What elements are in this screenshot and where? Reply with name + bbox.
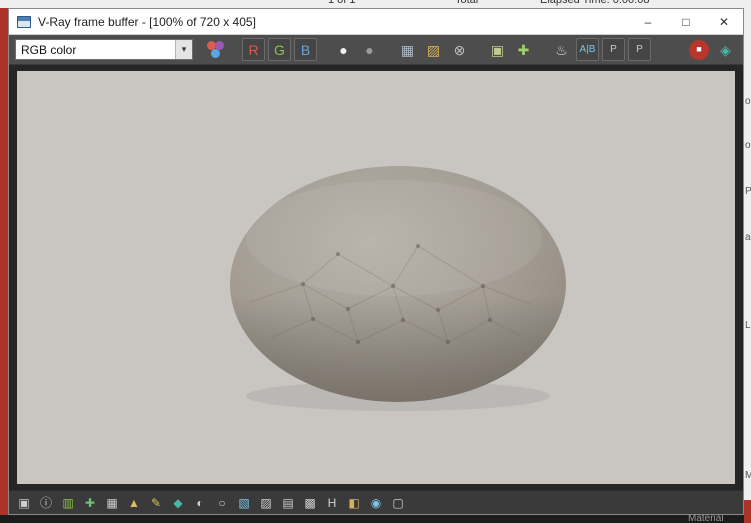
background-bottom-edge: Material <box>0 515 744 523</box>
background-panel-letter: M <box>745 470 751 481</box>
save-image-icon[interactable]: ▦ <box>396 38 419 61</box>
blue-channel-button[interactable]: B <box>294 38 317 61</box>
chevron-down-icon: ▾ <box>175 40 192 59</box>
clamp-colors-icon[interactable]: ▦ <box>103 494 121 512</box>
background-panel-letter: o <box>745 140 751 151</box>
window-title: V-Ray frame buffer - [100% of 720 x 405] <box>38 14 256 29</box>
color-palette-icon[interactable] <box>204 38 227 61</box>
window-icon <box>17 15 31 28</box>
ab-compare-icon[interactable]: A|B <box>576 38 599 61</box>
minimize-button[interactable]: – <box>629 9 667 34</box>
maximize-button[interactable]: □ <box>667 9 705 34</box>
white-balance-picker-icon[interactable]: ○ <box>213 494 231 512</box>
stamp-icon[interactable]: ◧ <box>345 494 363 512</box>
exposure-icon[interactable]: ◐ <box>191 494 209 512</box>
render-history-icon[interactable]: ◈ <box>714 38 737 61</box>
toolbar-right-group: ■ ◈ <box>689 38 737 61</box>
screen: 1 of 1 Total Elapsed Time: 0:00:08 o o Pa L… <box>0 0 751 523</box>
page-up-icon[interactable]: P <box>602 38 625 61</box>
background-viewport-right-corner <box>744 500 751 523</box>
vfb-footer-toolbar: ▣ ⓘ ▥ ✚ ▦ ▲ ✎ ◆ ◐ ○ ▧ ▨ ▤ ▩ H ◧ ◉ ▢ <box>9 490 743 514</box>
window-controls: – □ ✕ <box>629 9 743 34</box>
duplicate-to-host-icon[interactable]: ▣ <box>486 38 509 61</box>
red-channel-button[interactable]: R <box>242 38 265 61</box>
pixel-info-icon[interactable]: ▥ <box>59 494 77 512</box>
toolbar-separator <box>320 49 329 50</box>
toolbar-separator <box>538 49 547 50</box>
toolbar-separator <box>230 49 239 50</box>
alpha-channel-icon[interactable]: ● <box>358 38 381 61</box>
hue-saturation-icon[interactable]: ▧ <box>235 494 253 512</box>
channel-dropdown[interactable]: RGB color ▾ <box>15 39 193 60</box>
background-panel-letter: a <box>745 232 751 243</box>
view-clamped-icon[interactable]: ▲ <box>125 494 143 512</box>
background-panel-letter: P <box>745 186 751 197</box>
channel-dropdown-value: RGB color <box>21 42 77 57</box>
render-last-icon[interactable]: ♨ <box>550 38 573 61</box>
page-down-icon[interactable]: P <box>628 38 651 61</box>
render-elapsed-time: Elapsed Time: 0:00:08 <box>540 0 650 6</box>
render-progress-count: 1 of 1 <box>328 0 356 6</box>
region-render-icon[interactable]: ▣ <box>15 494 33 512</box>
stereo-icon[interactable]: ▢ <box>389 494 407 512</box>
green-channel-button[interactable]: G <box>268 38 291 61</box>
clear-image-icon[interactable]: ⊗ <box>448 38 471 61</box>
srgb-icon[interactable]: H <box>323 494 341 512</box>
close-button[interactable]: ✕ <box>705 9 743 34</box>
background-material-label: Material <box>688 515 724 523</box>
pencil-stamp-icon[interactable]: ✎ <box>147 494 165 512</box>
render-progress-total-label: Total <box>455 0 479 6</box>
render-canvas <box>17 71 735 484</box>
vray-frame-buffer-window: V-Ray frame buffer - [100% of 720 x 405]… <box>8 8 744 515</box>
color-sampler-icon[interactable]: ✚ <box>81 494 99 512</box>
background-viewport-left-edge <box>0 8 8 515</box>
background-panel-letter: L <box>745 320 751 331</box>
toolbar-icon-group: R G B ● ● ▦ ▨ ⊗ ▣ ✚ ♨ A|B P P <box>204 38 651 61</box>
color-correction-icon[interactable]: ◆ <box>169 494 187 512</box>
rendered-ottoman-image <box>230 166 566 411</box>
toolbar-separator <box>384 49 393 50</box>
icc-profile-icon[interactable]: ▩ <box>301 494 319 512</box>
lut-icon[interactable]: ▤ <box>279 494 297 512</box>
history-icon[interactable]: ◉ <box>367 494 385 512</box>
vfb-toolbar: RGB color ▾ R G B ● ● ▦ ▨ ⊗ ▣ ✚ ♨ A|B P P ■ ◈ <box>9 35 743 65</box>
white-channel-icon[interactable]: ● <box>332 38 355 61</box>
toolbar-separator <box>474 49 483 50</box>
track-mouse-icon[interactable]: ✚ <box>512 38 535 61</box>
curves-icon[interactable]: ▨ <box>257 494 275 512</box>
render-frame <box>9 65 743 490</box>
background-panel-right-edge: o o Pa L M <box>744 8 751 500</box>
titlebar: V-Ray frame buffer - [100% of 720 x 405]… <box>9 9 743 35</box>
background-panel-letter: o <box>745 96 751 107</box>
load-image-icon[interactable]: ▨ <box>422 38 445 61</box>
stop-render-button[interactable]: ■ <box>689 39 709 60</box>
image-info-icon[interactable]: ⓘ <box>37 494 55 512</box>
